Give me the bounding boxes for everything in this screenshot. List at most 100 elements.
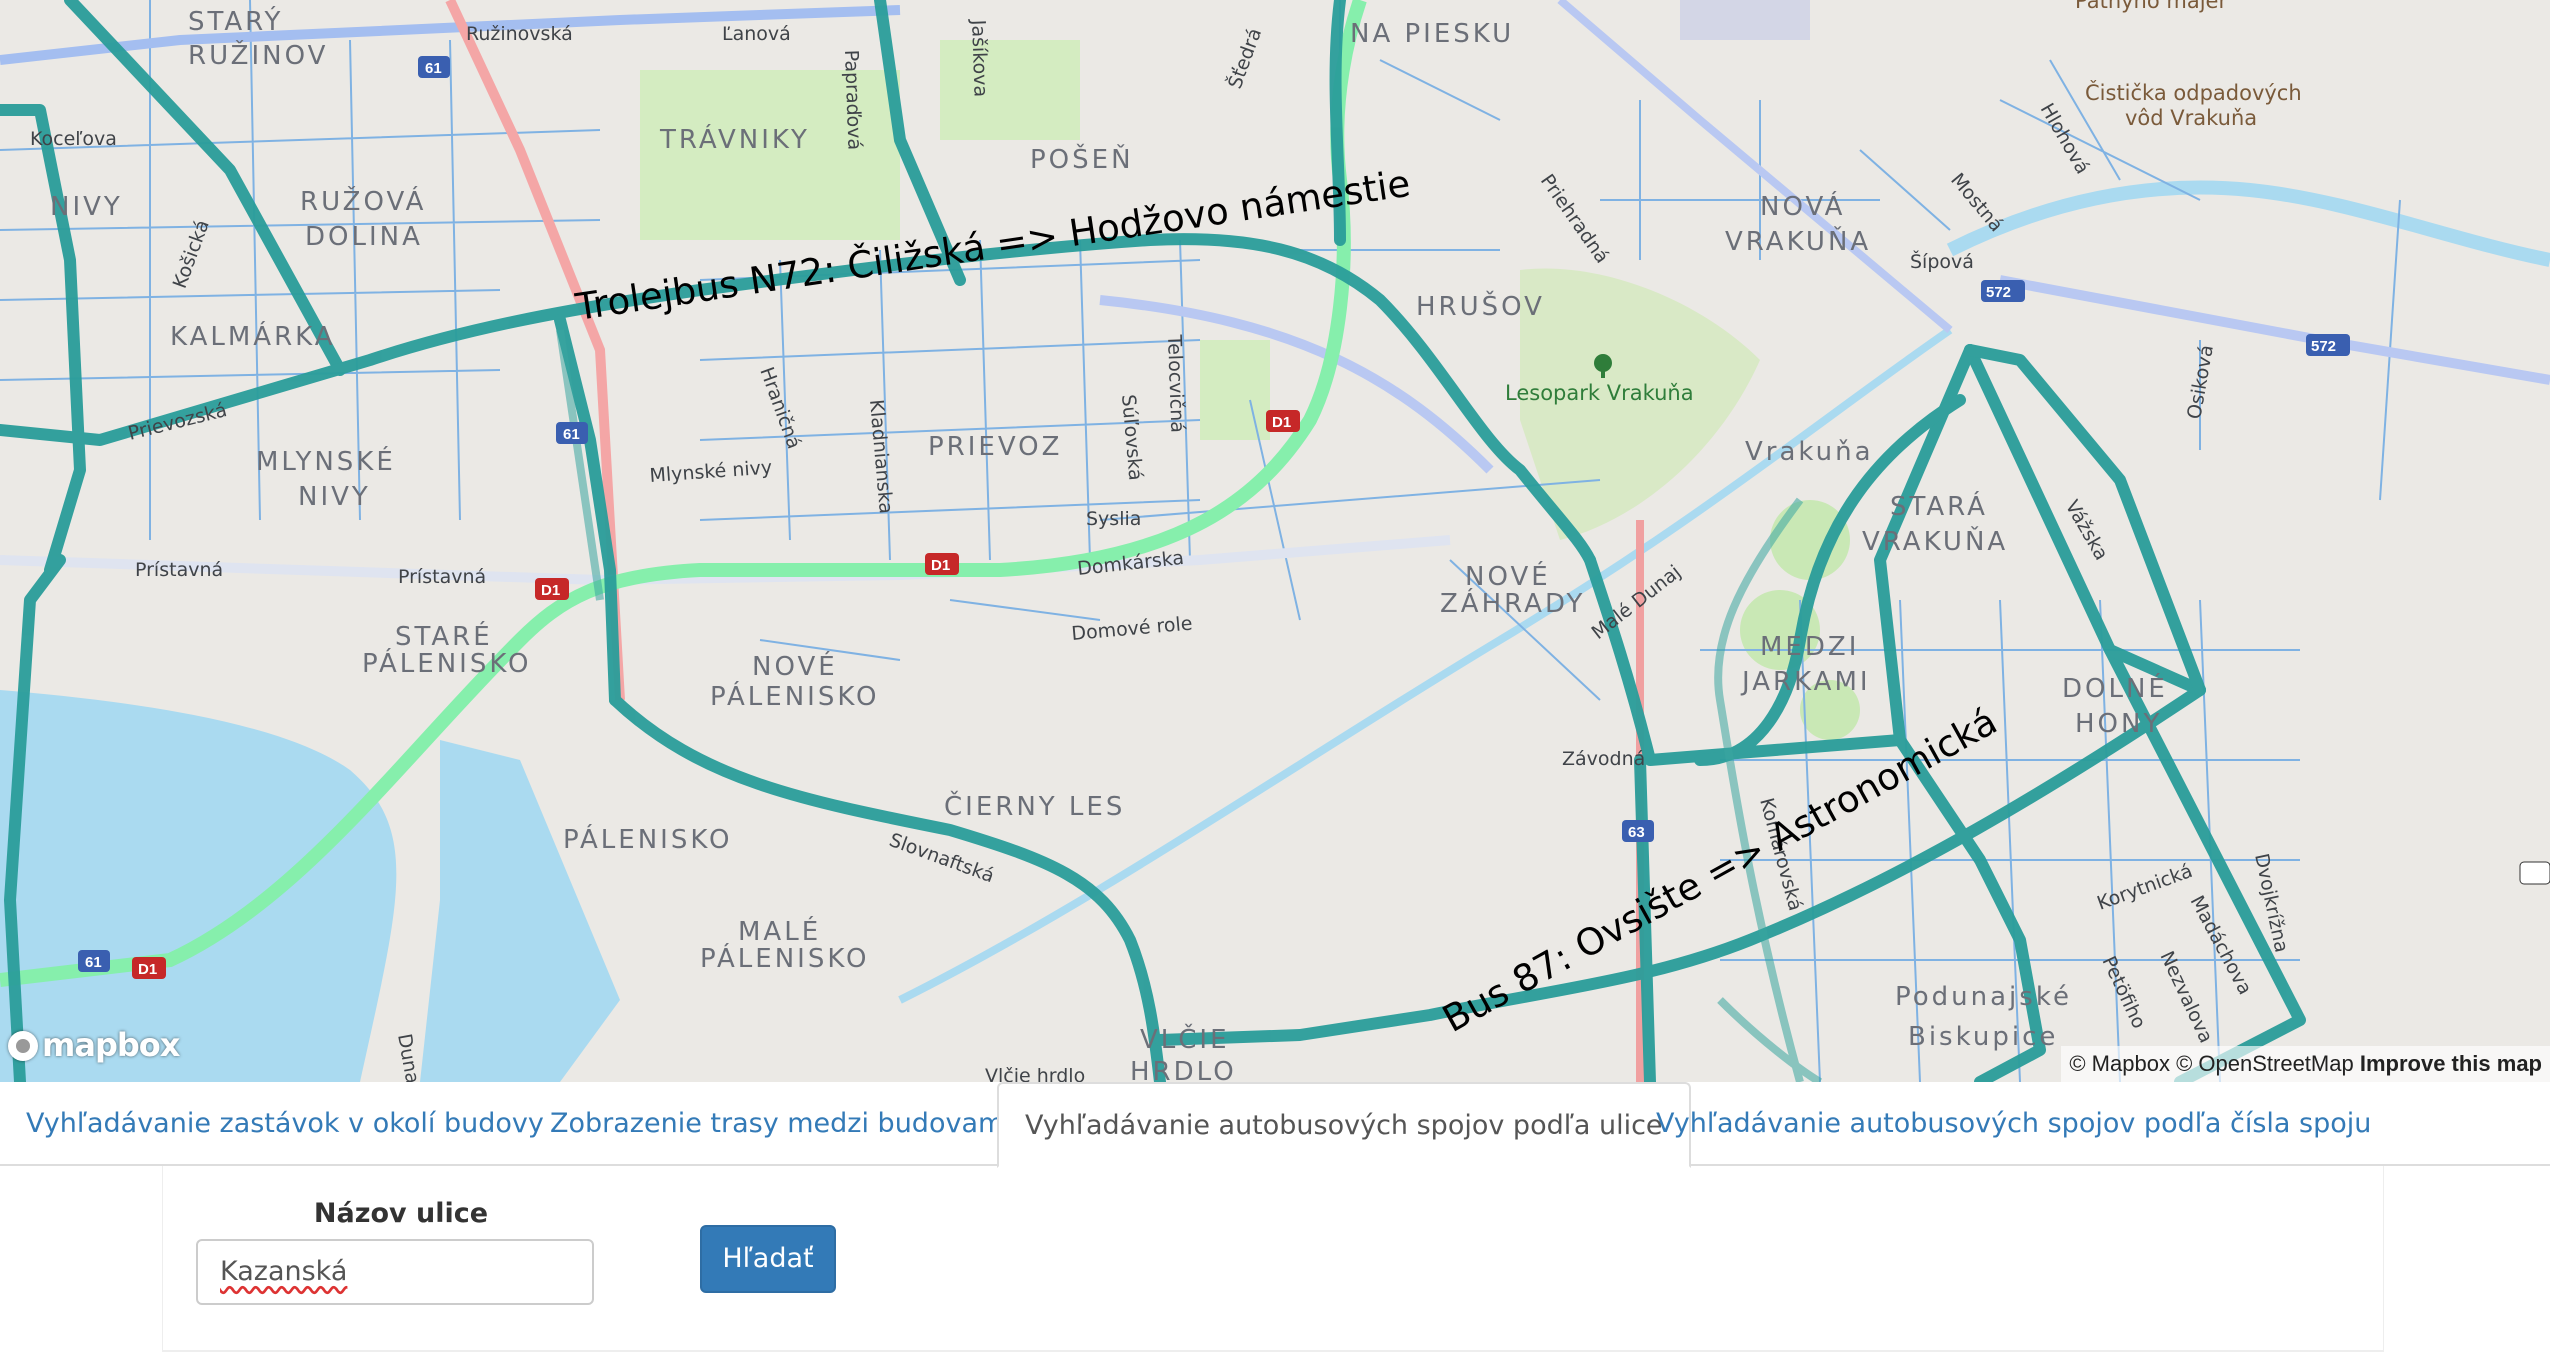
attribution-mapbox[interactable]: © Mapbox xyxy=(2069,1051,2170,1076)
svg-text:572: 572 xyxy=(2311,338,2336,355)
svg-text:MLYNSKÉ: MLYNSKÉ xyxy=(256,445,396,477)
svg-text:vôd Vrakuňa: vôd Vrakuňa xyxy=(2125,106,2257,130)
svg-text:PRIEVOZ: PRIEVOZ xyxy=(928,432,1062,462)
svg-text:VLČIE: VLČIE xyxy=(1140,1023,1230,1055)
svg-text:Hraničná: Hraničná xyxy=(755,364,805,452)
svg-text:PÁLENISKO: PÁLENISKO xyxy=(710,680,879,712)
svg-text:Prístavná: Prístavná xyxy=(398,566,486,588)
svg-text:Závodná: Závodná xyxy=(1562,748,1645,770)
svg-text:Jašíkova: Jašíkova xyxy=(967,18,992,97)
svg-text:D1: D1 xyxy=(931,557,950,574)
tab-bus-by-number[interactable]: Vyhľadávanie autobusových spojov podľa č… xyxy=(1630,1082,2397,1166)
svg-text:Dunaj: Dunaj xyxy=(393,1032,424,1082)
major-road xyxy=(1999,275,2550,385)
svg-text:MEDZI: MEDZI xyxy=(1760,632,1859,662)
svg-text:NIVY: NIVY xyxy=(298,482,371,512)
svg-text:HRUŠOV: HRUŠOV xyxy=(1416,290,1545,322)
small-danube xyxy=(1946,180,2550,267)
svg-text:RUŽOVÁ: RUŽOVÁ xyxy=(300,185,426,217)
street-name-label: Názov ulice xyxy=(313,1198,489,1229)
map-canvas[interactable]: STARÝ RUŽINOV NIVY RUŽOVÁ DOLINA KALMÁRK… xyxy=(0,0,2550,1082)
svg-text:Podunajské: Podunajské xyxy=(1895,982,2072,1012)
svg-text:DOLNÉ: DOLNÉ xyxy=(2062,672,2168,704)
svg-text:Priehradná: Priehradná xyxy=(1536,170,1613,267)
svg-text:PÁLENISKO: PÁLENISKO xyxy=(362,647,531,679)
tab-stops-near-building[interactable]: Vyhľadávanie zastávok v okolí budovy xyxy=(0,1082,570,1166)
svg-text:Hlohová: Hlohová xyxy=(2036,100,2094,178)
svg-text:DOLINA: DOLINA xyxy=(305,222,423,252)
svg-text:D1: D1 xyxy=(541,582,560,599)
poi-labels: Lesopark Vrakuňa Čistička odpadových vôd… xyxy=(1505,0,2302,1052)
svg-text:Petöfiho: Petöfiho xyxy=(2097,953,2150,1032)
svg-text:Čistička odpadových: Čistička odpadových xyxy=(2085,80,2302,105)
svg-text:D1: D1 xyxy=(138,961,157,978)
park-area xyxy=(1200,340,1270,440)
svg-text:Lesopark Vrakuňa: Lesopark Vrakuňa xyxy=(1505,381,1694,405)
svg-text:ZÁHRADY: ZÁHRADY xyxy=(1440,587,1585,619)
mapbox-logo[interactable]: mapbox xyxy=(8,1026,180,1064)
svg-text:KALMÁRKA: KALMÁRKA xyxy=(170,320,336,352)
svg-text:Biskupice: Biskupice xyxy=(1908,1022,2058,1052)
svg-text:Syslia: Syslia xyxy=(1086,508,1141,530)
svg-text:HRDLO: HRDLO xyxy=(1130,1057,1237,1082)
svg-text:Korytnická: Korytnická xyxy=(2094,860,2195,915)
svg-text:NOVÁ: NOVÁ xyxy=(1760,190,1845,222)
svg-text:Súľovská: Súľovská xyxy=(1117,394,1146,482)
map-attribution: © Mapbox © OpenStreetMap Improve this ma… xyxy=(2061,1046,2550,1082)
svg-text:STARÁ: STARÁ xyxy=(1890,490,1988,522)
svg-text:61: 61 xyxy=(85,954,102,971)
svg-text:STARÝ: STARÝ xyxy=(188,5,283,37)
danube-water xyxy=(0,690,397,1082)
svg-text:Kladnianska: Kladnianska xyxy=(865,399,897,515)
svg-text:POŠEŇ: POŠEŇ xyxy=(1030,143,1134,175)
svg-text:61: 61 xyxy=(563,426,580,443)
street-name-input[interactable]: Kazanská xyxy=(196,1239,594,1305)
svg-text:TRÁVNIKY: TRÁVNIKY xyxy=(659,123,810,155)
tab-bus-by-street[interactable]: Vyhľadávanie autobusových spojov podľa u… xyxy=(997,1082,1691,1168)
svg-text:Vlčie hrdlo: Vlčie hrdlo xyxy=(985,1065,1085,1082)
svg-text:NIVY: NIVY xyxy=(50,192,123,222)
map[interactable]: STARÝ RUŽINOV NIVY RUŽOVÁ DOLINA KALMÁRK… xyxy=(0,0,2550,1082)
svg-text:Pathyho majer: Pathyho majer xyxy=(2075,0,2227,13)
svg-text:Koceľova: Koceľova xyxy=(30,128,117,150)
street-name-value: Kazanská xyxy=(220,1256,348,1287)
svg-text:10: 10 xyxy=(2526,866,2543,883)
svg-text:Šťedrá: Šťedrá xyxy=(1222,25,1266,92)
svg-text:RUŽINOV: RUŽINOV xyxy=(188,39,328,71)
attribution-osm[interactable]: © OpenStreetMap xyxy=(2176,1051,2354,1076)
tab-route-between-buildings[interactable]: Zobrazenie trasy medzi budovami xyxy=(524,1082,1038,1166)
svg-text:Telocvičná: Telocvičná xyxy=(1163,333,1188,433)
improve-map-link[interactable]: Improve this map xyxy=(2360,1051,2542,1076)
svg-text:MALÉ: MALÉ xyxy=(738,915,821,947)
svg-text:Prievozská: Prievozská xyxy=(126,399,229,445)
svg-text:VRAKUŇA: VRAKUŇA xyxy=(1725,225,1871,257)
svg-text:Mlynské nivy: Mlynské nivy xyxy=(649,456,773,487)
svg-text:NOVÉ: NOVÉ xyxy=(1465,560,1551,592)
mapbox-logo-icon xyxy=(8,1031,38,1061)
svg-text:Ružinovská: Ružinovská xyxy=(466,23,573,45)
svg-text:Prístavná: Prístavná xyxy=(135,559,223,581)
harbor-water xyxy=(420,740,620,1082)
svg-text:Košická: Košická xyxy=(169,217,214,291)
svg-text:Domové role: Domové role xyxy=(1071,612,1194,644)
svg-text:STARÉ: STARÉ xyxy=(395,620,493,652)
svg-text:Ľanová: Ľanová xyxy=(722,23,791,45)
svg-text:PÁLENISKO: PÁLENISKO xyxy=(700,942,869,974)
svg-text:NOVÉ: NOVÉ xyxy=(752,650,838,682)
park-area xyxy=(940,40,1080,140)
svg-text:NA PIESKU: NA PIESKU xyxy=(1350,19,1514,49)
svg-text:Vrakuňa: Vrakuňa xyxy=(1745,437,1874,467)
industrial-area xyxy=(1680,0,1810,40)
svg-text:VRAKUŇA: VRAKUŇA xyxy=(1862,525,2008,557)
svg-text:63: 63 xyxy=(1628,824,1645,841)
svg-text:HONY: HONY xyxy=(2075,709,2162,739)
search-button[interactable]: Hľadať xyxy=(700,1225,836,1293)
svg-text:Mostná: Mostná xyxy=(1946,169,2007,236)
svg-text:Osiková: Osiková xyxy=(2183,343,2218,421)
svg-text:ČIERNY LES: ČIERNY LES xyxy=(944,790,1125,822)
svg-text:572: 572 xyxy=(1986,284,2011,301)
tab-bar: Vyhľadávanie zastávok v okolí budovy Zob… xyxy=(0,1082,2550,1168)
mapbox-logo-text: mapbox xyxy=(42,1026,180,1064)
svg-text:JARKAMI: JARKAMI xyxy=(1740,667,1871,697)
park-area xyxy=(1770,500,1850,580)
